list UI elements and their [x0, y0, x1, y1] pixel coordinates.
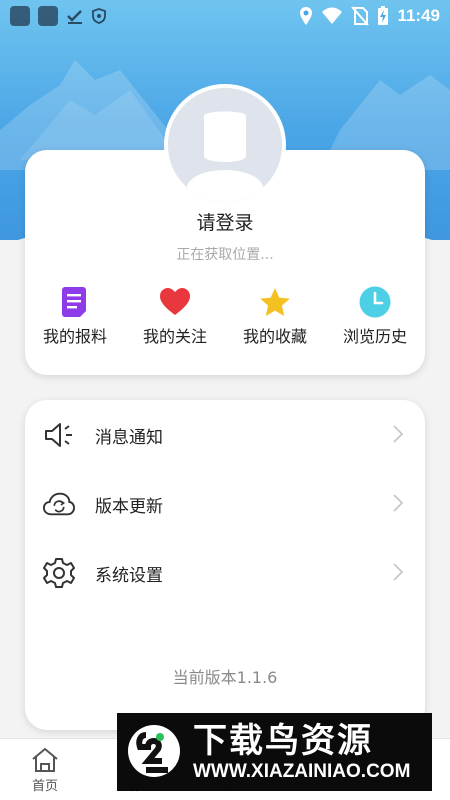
quick-action-label: 我的关注: [142, 327, 207, 346]
cloud-sync-icon: [43, 492, 75, 516]
wifi-icon: [322, 7, 343, 24]
gear-icon: [43, 558, 75, 588]
download-done-icon: [67, 10, 82, 24]
chevron-right-icon: [393, 563, 403, 581]
app-version: 当前版本1.1.6: [172, 668, 278, 687]
document-icon: [62, 287, 86, 317]
menu-item-notifications[interactable]: 消息通知: [25, 407, 425, 463]
chevron-right-icon: [393, 494, 403, 512]
watermark-logo-icon: [123, 721, 185, 783]
speaker-icon: [45, 423, 72, 447]
menu-item-label: 版本更新: [95, 496, 163, 517]
shield-icon: [92, 8, 106, 24]
star-icon: [260, 287, 290, 316]
quick-actions: 我的报料 我的关注 我的收藏 浏览历史: [25, 285, 425, 347]
quick-action-label: 我的收藏: [242, 327, 307, 346]
menu-item-system-settings[interactable]: 系统设置: [25, 545, 425, 601]
login-link[interactable]: 请登录: [25, 208, 425, 235]
menu-item-label: 系统设置: [95, 565, 163, 586]
status-bar: 11:49: [0, 0, 450, 32]
heart-icon: [160, 288, 190, 315]
menu-item-version-update[interactable]: 版本更新: [25, 476, 425, 532]
watermark-url: WWW.XIAZAINIAO.COM: [193, 761, 411, 782]
tab-home[interactable]: 首页: [0, 739, 90, 800]
location-status: 正在获取位置...: [176, 247, 274, 263]
watermark-overlay: 下载鸟资源 WWW.XIAZAINIAO.COM: [117, 713, 432, 791]
tab-label: 首页: [31, 779, 58, 794]
quick-action-label: 浏览历史: [342, 327, 407, 346]
default-avatar-icon: [168, 88, 282, 202]
browse-history-button[interactable]: 浏览历史: [327, 285, 423, 347]
chevron-right-icon: [393, 425, 403, 443]
app-icon: [38, 6, 58, 26]
quick-action-label: 我的报料: [42, 327, 107, 346]
watermark-title: 下载鸟资源: [193, 721, 373, 761]
clock-time: 11:49: [397, 6, 440, 25]
menu-item-label: 消息通知: [95, 427, 163, 448]
my-favorites-button[interactable]: 我的收藏: [227, 285, 323, 347]
my-reports-button[interactable]: 我的报料: [27, 285, 123, 347]
app-icon: [10, 6, 30, 26]
avatar[interactable]: [168, 88, 282, 202]
location-icon: [300, 7, 313, 25]
no-sim-icon: [351, 6, 370, 26]
home-icon: [32, 747, 58, 772]
battery-charging-icon: [378, 6, 389, 25]
clock-icon: [359, 286, 391, 318]
my-follows-button[interactable]: 我的关注: [127, 285, 223, 347]
